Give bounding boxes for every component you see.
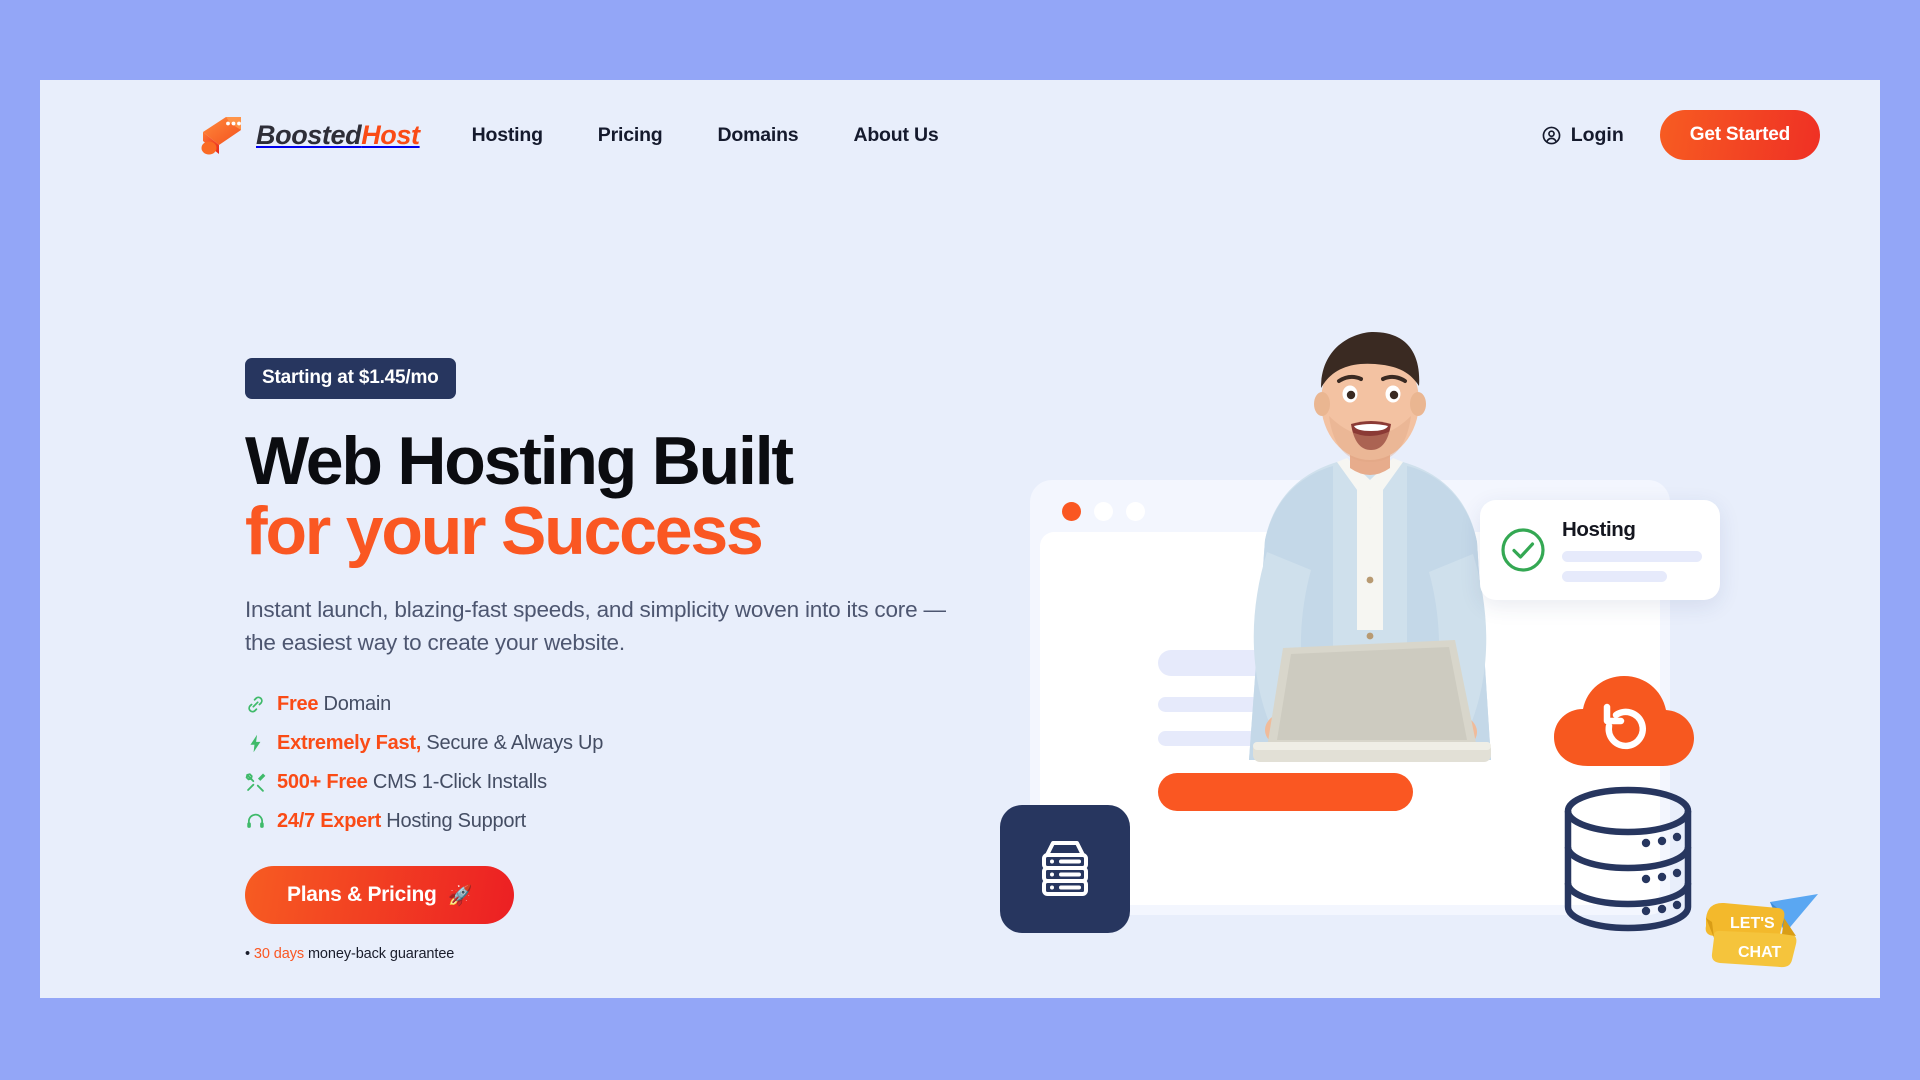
feature-text: 24/7 Expert Hosting Support <box>277 810 526 833</box>
feature-item-cms-installs: 500+ Free CMS 1-Click Installs <box>245 763 1005 802</box>
rocket-logo-icon <box>201 117 241 155</box>
brand-name-part1: Boosted <box>256 119 362 150</box>
traffic-light-dot-white-2 <box>1126 501 1145 521</box>
page-root: BoostedHost Hosting Pricing Domains Abou… <box>0 0 1920 1080</box>
guarantee-rest: money-back guarantee <box>304 946 455 963</box>
headline-line-2: for your Success <box>245 493 764 570</box>
price-badge: Starting at $1.45/mo <box>245 358 456 399</box>
feature-item-free-domain: Free Domain <box>245 685 1005 724</box>
bolt-icon <box>250 735 261 753</box>
feature-rest: CMS 1-Click Installs <box>367 771 547 794</box>
hosting-card-title: Hosting <box>1562 518 1636 541</box>
bullet-glyph: • <box>245 946 250 963</box>
header-actions: Login Get Started <box>1541 110 1820 160</box>
rocket-icon: 🚀 <box>447 884 473 907</box>
user-circle-icon <box>1542 126 1561 144</box>
tools-icon <box>245 773 266 793</box>
feature-strong: Extremely Fast, <box>277 732 422 755</box>
hosting-status-card: Hosting <box>1480 500 1720 600</box>
money-back-guarantee: • 30 days money-back guarantee <box>245 946 1005 962</box>
nav-item-pricing[interactable]: Pricing <box>598 124 663 147</box>
brand-logo[interactable]: BoostedHost <box>200 114 420 156</box>
traffic-light-dot-white-1 <box>1094 501 1113 521</box>
nav-item-domains[interactable]: Domains <box>718 124 799 147</box>
feature-strong: 500+ Free <box>277 771 368 794</box>
chat-line-2: CHAT <box>1738 944 1781 961</box>
plans-button-label: Plans & Pricing <box>287 883 437 907</box>
cloud-sync-icon <box>1554 676 1694 766</box>
plans-and-pricing-button[interactable]: Plans & Pricing 🚀 <box>245 866 515 925</box>
feature-strong: Free <box>277 693 319 716</box>
nav-item-about-us[interactable]: About Us <box>853 124 938 147</box>
brand-name-part2: Host <box>361 119 420 150</box>
login-link[interactable]: Login <box>1541 124 1624 147</box>
server-tile <box>1000 805 1130 933</box>
feature-text: Extremely Fast, Secure & Always Up <box>277 732 603 755</box>
hosting-card-body: Hosting <box>1562 518 1702 582</box>
feature-strong: 24/7 Expert <box>277 810 381 833</box>
traffic-light-dot-orange <box>1062 501 1081 521</box>
feature-item-support: 24/7 Expert Hosting Support <box>245 802 1005 841</box>
headline-line-1: Web Hosting Built <box>245 423 794 499</box>
chat-ribbon-graphic: LET'S CHAT <box>1705 894 1818 968</box>
site-header: BoostedHost Hosting Pricing Domains Abou… <box>40 80 1880 190</box>
get-started-button[interactable]: Get Started <box>1659 110 1820 160</box>
feature-list: Free Domain Extremely Fast, Secure & Alw… <box>245 685 1005 841</box>
page-title: Web Hosting Built for your Success <box>245 426 1005 566</box>
server-stack-icon <box>1042 841 1088 896</box>
nav-item-hosting[interactable]: Hosting <box>472 124 543 147</box>
primary-navigation: Hosting Pricing Domains About Us <box>472 124 939 147</box>
lets-chat-widget[interactable]: LET'S CHAT <box>1700 888 1830 980</box>
link-icon <box>248 696 263 713</box>
headset-icon <box>247 814 264 829</box>
feature-rest: Secure & Always Up <box>421 732 604 755</box>
feature-rest: Domain <box>318 693 392 716</box>
check-circle-icon <box>1501 528 1545 572</box>
hosting-card-line-2 <box>1562 571 1667 582</box>
feature-rest: Hosting Support <box>380 810 526 833</box>
hosting-card-line-1 <box>1562 551 1702 562</box>
hero-subheadline: Instant launch, blazing-fast speeds, and… <box>245 597 946 655</box>
feature-text: Free Domain <box>277 693 391 716</box>
brand-name: BoostedHost <box>256 120 420 151</box>
feature-text: 500+ Free CMS 1-Click Installs <box>277 771 547 794</box>
browser-viewport-panel: BoostedHost Hosting Pricing Domains Abou… <box>40 80 1880 998</box>
feature-item-extremely-fast: Extremely Fast, Secure & Always Up <box>245 724 1005 763</box>
hosting-card-skeletons <box>1562 551 1702 582</box>
chat-line-1: LET'S <box>1730 915 1775 932</box>
login-label: Login <box>1570 123 1624 146</box>
database-icon <box>1564 786 1692 932</box>
hero-content: Starting at $1.45/mo Web Hosting Built f… <box>245 358 1005 962</box>
hero-illustration: Hosting <box>1000 332 1740 960</box>
guarantee-days: 30 days <box>253 946 305 963</box>
